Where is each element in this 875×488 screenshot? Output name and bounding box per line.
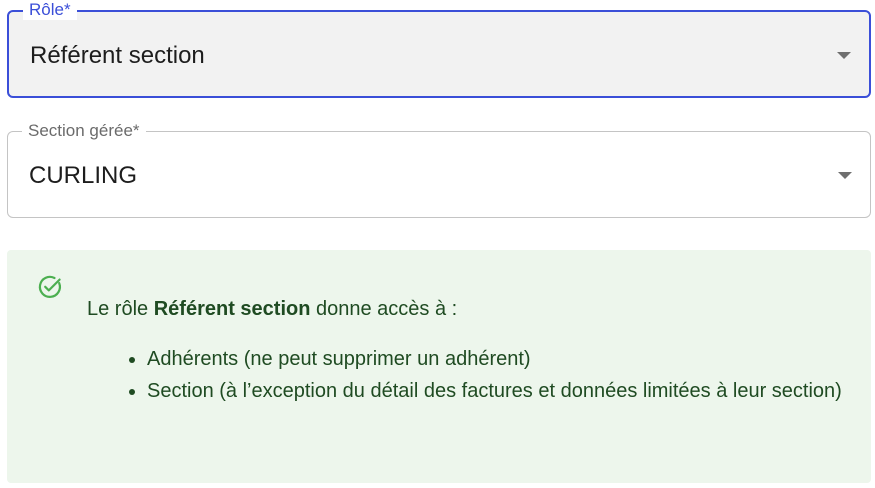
role-info-alert: Le rôle Référent section donne accès à :… [7,250,871,483]
list-item: Section (à l’exception du détail des fac… [147,376,875,406]
alert-message: Le rôle Référent section donne accès à : [87,298,457,321]
section-select-value: CURLING [29,162,138,189]
chevron-down-icon[interactable] [837,52,851,59]
section-select[interactable]: Section gérée* CURLING [7,121,871,218]
role-select-label: Rôle* [23,0,77,20]
check-circle-icon [37,274,63,300]
chevron-down-icon[interactable] [838,172,852,179]
list-item: Adhérents (ne peut supprimer un adhérent… [147,344,875,374]
alert-text-prefix: Le rôle [87,298,154,320]
section-select-label: Section gérée* [22,121,146,141]
role-assignment-form: Rôle* Référent section Section gérée* CU… [0,0,875,488]
permission-list: Adhérents (ne peut supprimer un adhérent… [125,344,875,408]
role-select-value: Référent section [30,42,205,69]
alert-text-suffix: donne accès à : [310,298,458,320]
alert-role-name: Référent section [153,298,311,320]
role-select[interactable]: Rôle* Référent section [7,0,871,98]
